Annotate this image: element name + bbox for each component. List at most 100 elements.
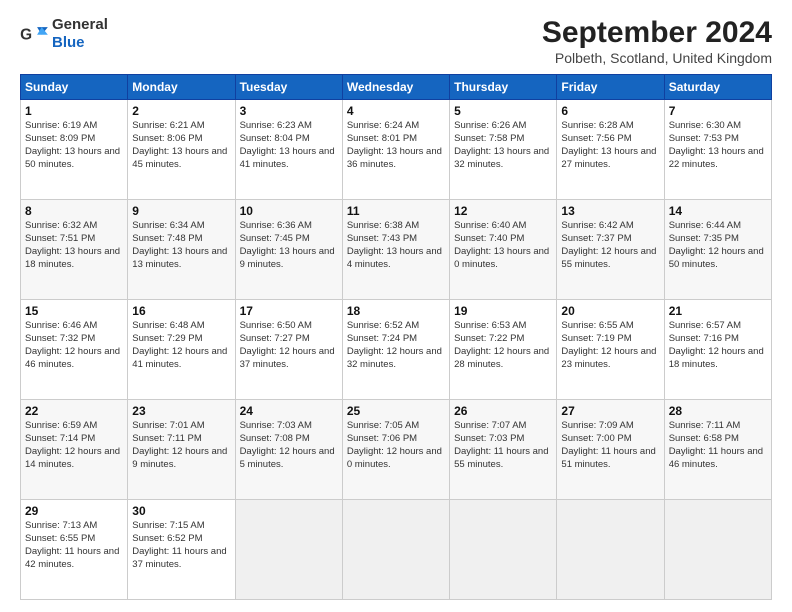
sunset-text: Sunset: 8:01 PM [347, 133, 417, 144]
sunset-text: Sunset: 7:00 PM [561, 433, 631, 444]
calendar-cell: 23Sunrise: 7:01 AMSunset: 7:11 PMDayligh… [128, 400, 235, 500]
day-number: 19 [454, 303, 552, 319]
daylight-text: Daylight: 13 hours and 50 minutes. [25, 146, 120, 170]
header: G General Blue September 2024 Polbeth, S… [20, 16, 772, 66]
sunset-text: Sunset: 7:27 PM [240, 333, 310, 344]
daylight-text: Daylight: 13 hours and 27 minutes. [561, 146, 656, 170]
daylight-text: Daylight: 12 hours and 37 minutes. [240, 346, 335, 370]
sunrise-text: Sunrise: 6:50 AM [240, 320, 312, 331]
sunset-text: Sunset: 7:29 PM [132, 333, 202, 344]
calendar-cell: 21Sunrise: 6:57 AMSunset: 7:16 PMDayligh… [664, 300, 771, 400]
calendar-cell: 2Sunrise: 6:21 AMSunset: 8:06 PMDaylight… [128, 100, 235, 200]
sunrise-text: Sunrise: 6:48 AM [132, 320, 204, 331]
sunrise-text: Sunrise: 6:46 AM [25, 320, 97, 331]
calendar-cell [664, 500, 771, 600]
day-number: 23 [132, 403, 230, 419]
day-number: 15 [25, 303, 123, 319]
daylight-text: Daylight: 12 hours and 0 minutes. [347, 446, 442, 470]
day-number: 16 [132, 303, 230, 319]
daylight-text: Daylight: 11 hours and 51 minutes. [561, 446, 655, 470]
sunset-text: Sunset: 8:09 PM [25, 133, 95, 144]
daylight-text: Daylight: 13 hours and 9 minutes. [240, 246, 335, 270]
day-number: 12 [454, 203, 552, 219]
day-number: 29 [25, 503, 123, 519]
day-number: 7 [669, 103, 767, 119]
sunrise-text: Sunrise: 6:38 AM [347, 220, 419, 231]
sunrise-text: Sunrise: 7:05 AM [347, 420, 419, 431]
sunset-text: Sunset: 7:40 PM [454, 233, 524, 244]
day-number: 8 [25, 203, 123, 219]
day-number: 20 [561, 303, 659, 319]
calendar-cell: 28Sunrise: 7:11 AMSunset: 6:58 PMDayligh… [664, 400, 771, 500]
sunrise-text: Sunrise: 6:40 AM [454, 220, 526, 231]
daylight-text: Daylight: 12 hours and 14 minutes. [25, 446, 120, 470]
calendar-cell [235, 500, 342, 600]
daylight-text: Daylight: 12 hours and 55 minutes. [561, 246, 656, 270]
day-number: 22 [25, 403, 123, 419]
sunset-text: Sunset: 7:11 PM [132, 433, 202, 444]
sunset-text: Sunset: 7:32 PM [25, 333, 95, 344]
day-number: 21 [669, 303, 767, 319]
day-number: 2 [132, 103, 230, 119]
calendar-week-4: 22Sunrise: 6:59 AMSunset: 7:14 PMDayligh… [21, 400, 772, 500]
day-number: 27 [561, 403, 659, 419]
calendar-cell: 24Sunrise: 7:03 AMSunset: 7:08 PMDayligh… [235, 400, 342, 500]
day-number: 3 [240, 103, 338, 119]
calendar-cell: 3Sunrise: 6:23 AMSunset: 8:04 PMDaylight… [235, 100, 342, 200]
col-header-thursday: Thursday [450, 75, 557, 100]
daylight-text: Daylight: 12 hours and 18 minutes. [669, 346, 764, 370]
day-number: 25 [347, 403, 445, 419]
calendar-table: SundayMondayTuesdayWednesdayThursdayFrid… [20, 74, 772, 600]
day-number: 13 [561, 203, 659, 219]
sunrise-text: Sunrise: 6:59 AM [25, 420, 97, 431]
calendar-cell: 22Sunrise: 6:59 AMSunset: 7:14 PMDayligh… [21, 400, 128, 500]
day-number: 26 [454, 403, 552, 419]
day-number: 6 [561, 103, 659, 119]
day-number: 4 [347, 103, 445, 119]
calendar-cell: 25Sunrise: 7:05 AMSunset: 7:06 PMDayligh… [342, 400, 449, 500]
sunset-text: Sunset: 8:04 PM [240, 133, 310, 144]
day-number: 10 [240, 203, 338, 219]
logo-text: General Blue [52, 16, 108, 52]
daylight-text: Daylight: 11 hours and 42 minutes. [25, 546, 119, 570]
day-number: 1 [25, 103, 123, 119]
sunrise-text: Sunrise: 6:26 AM [454, 120, 526, 131]
calendar-week-5: 29Sunrise: 7:13 AMSunset: 6:55 PMDayligh… [21, 500, 772, 600]
sunset-text: Sunset: 7:48 PM [132, 233, 202, 244]
col-header-monday: Monday [128, 75, 235, 100]
calendar-cell [342, 500, 449, 600]
sunrise-text: Sunrise: 7:13 AM [25, 520, 97, 531]
calendar-cell: 29Sunrise: 7:13 AMSunset: 6:55 PMDayligh… [21, 500, 128, 600]
calendar-cell: 6Sunrise: 6:28 AMSunset: 7:56 PMDaylight… [557, 100, 664, 200]
col-header-friday: Friday [557, 75, 664, 100]
calendar-cell: 14Sunrise: 6:44 AMSunset: 7:35 PMDayligh… [664, 200, 771, 300]
calendar-week-2: 8Sunrise: 6:32 AMSunset: 7:51 PMDaylight… [21, 200, 772, 300]
sunset-text: Sunset: 7:24 PM [347, 333, 417, 344]
day-number: 17 [240, 303, 338, 319]
calendar-cell [450, 500, 557, 600]
sunset-text: Sunset: 6:58 PM [669, 433, 739, 444]
title-section: September 2024 Polbeth, Scotland, United… [542, 16, 772, 66]
day-number: 5 [454, 103, 552, 119]
calendar-cell: 9Sunrise: 6:34 AMSunset: 7:48 PMDaylight… [128, 200, 235, 300]
sunrise-text: Sunrise: 6:23 AM [240, 120, 312, 131]
calendar-cell: 16Sunrise: 6:48 AMSunset: 7:29 PMDayligh… [128, 300, 235, 400]
sunset-text: Sunset: 7:45 PM [240, 233, 310, 244]
sunrise-text: Sunrise: 6:30 AM [669, 120, 741, 131]
sunrise-text: Sunrise: 6:21 AM [132, 120, 204, 131]
logo-general: General [52, 16, 108, 33]
calendar-cell: 11Sunrise: 6:38 AMSunset: 7:43 PMDayligh… [342, 200, 449, 300]
sunset-text: Sunset: 7:22 PM [454, 333, 524, 344]
calendar-week-3: 15Sunrise: 6:46 AM Sunset: 7:32 PM Dayligh… [21, 300, 772, 400]
calendar-cell: 18Sunrise: 6:52 AMSunset: 7:24 PMDayligh… [342, 300, 449, 400]
day-number: 24 [240, 403, 338, 419]
calendar-cell: 5Sunrise: 6:26 AMSunset: 7:58 PMDaylight… [450, 100, 557, 200]
col-header-tuesday: Tuesday [235, 75, 342, 100]
sunrise-text: Sunrise: 6:52 AM [347, 320, 419, 331]
sunrise-text: Sunrise: 6:44 AM [669, 220, 741, 231]
day-number: 28 [669, 403, 767, 419]
sunset-text: Sunset: 7:03 PM [454, 433, 524, 444]
sunrise-text: Sunrise: 6:57 AM [669, 320, 741, 331]
sunrise-text: Sunrise: 6:42 AM [561, 220, 633, 231]
sunset-text: Sunset: 7:35 PM [669, 233, 739, 244]
